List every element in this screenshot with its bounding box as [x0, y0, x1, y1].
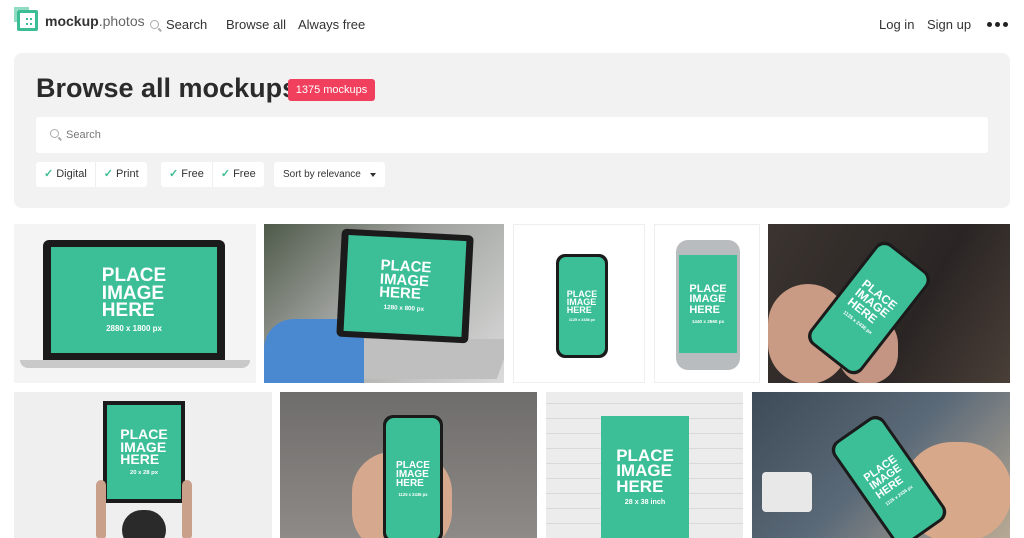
search-icon — [150, 20, 159, 29]
placeholder-text: PLACE IMAGE HERE — [101, 265, 167, 322]
signup-link[interactable]: Sign up — [927, 17, 971, 32]
logo[interactable]: mockup.photos — [14, 7, 145, 31]
check-icon: ✓ — [169, 168, 179, 180]
mockup-card[interactable]: PLACE IMAGE HERE 1125 x 2436 px — [752, 392, 1010, 538]
dimensions-text: 28 x 38 inch — [624, 498, 666, 507]
placeholder-text: PLACE IMAGE HERE — [378, 256, 432, 304]
price-filter-group: ✓ Free ✓ Free — [161, 162, 264, 187]
browse-header-panel: Browse all mockups 1375 mockups Search ✓… — [14, 53, 1010, 208]
search-input[interactable]: Search — [36, 117, 988, 153]
filter-digital[interactable]: ✓ Digital — [36, 162, 96, 187]
mockup-card[interactable]: PLACE IMAGE HERE 1125 x 2436 px — [768, 224, 1010, 383]
placeholder-text: PLACE IMAGE HERE — [396, 459, 430, 490]
dimensions-text: 1125 x 2436 px — [568, 318, 596, 323]
filter-print[interactable]: ✓ Print — [96, 162, 147, 187]
filter-label: Print — [116, 168, 139, 180]
filter-free-1[interactable]: ✓ Free — [161, 162, 213, 187]
sort-dropdown[interactable]: Sort by relevance — [274, 162, 385, 187]
logo-icon — [14, 7, 38, 31]
mockup-card[interactable]: PLACE IMAGE HERE 1125 x 2436 px — [513, 224, 645, 383]
placeholder-text: PLACE IMAGE HERE — [689, 283, 727, 316]
login-link[interactable]: Log in — [879, 17, 914, 32]
nav-always-free[interactable]: Always free — [298, 17, 365, 32]
three-dots-icon[interactable] — [987, 22, 1008, 27]
dimensions-text: 1440 x 2560 px — [691, 318, 725, 324]
placeholder-text: PLACE IMAGE HERE — [120, 425, 168, 468]
mockup-card[interactable]: PLACE IMAGE HERE 1280 x 800 px — [264, 224, 504, 383]
logo-text-light: .photos — [98, 12, 145, 29]
nav-search-label: Search — [166, 17, 208, 32]
dimensions-text: 1125 x 2436 px — [398, 492, 428, 498]
nav-search[interactable]: Search — [150, 17, 207, 32]
placeholder-text: PLACE IMAGE HERE — [566, 288, 598, 316]
page-title: Browse all mockups — [36, 73, 298, 103]
filter-free-2[interactable]: ✓ Free — [213, 162, 264, 187]
dimensions-text: 2880 x 1800 px — [106, 323, 162, 333]
placeholder-text: PLACE IMAGE HERE — [616, 445, 674, 496]
search-icon — [50, 129, 59, 138]
logo-text-bold: mockup — [45, 12, 99, 29]
dimensions-text: 1280 x 800 px — [383, 304, 425, 314]
count-badge: 1375 mockups — [288, 79, 375, 101]
check-icon: ✓ — [44, 168, 54, 180]
filter-label: Digital — [56, 168, 87, 180]
search-placeholder: Search — [66, 129, 101, 141]
mockup-card[interactable]: PLACE IMAGE HERE 1125 x 2436 px — [280, 392, 537, 538]
mockup-card[interactable]: PLACE IMAGE HERE 1440 x 2560 px — [654, 224, 760, 383]
check-icon: ✓ — [103, 168, 114, 180]
mockup-card[interactable]: PLACE IMAGE HERE 2880 x 1800 px — [14, 224, 256, 383]
filter-label: Free — [233, 168, 256, 180]
check-icon: ✓ — [220, 168, 231, 180]
nav-browse-all[interactable]: Browse all — [226, 17, 286, 32]
top-nav: mockup.photos Search Browse all Always f… — [0, 0, 1024, 48]
dimensions-text: 20 x 28 px — [129, 470, 159, 477]
type-filter-group: ✓ Digital ✓ Print — [36, 162, 147, 187]
mockup-card[interactable]: PLACE IMAGE HERE 28 x 38 inch — [546, 392, 743, 538]
mockup-card[interactable]: PLACE IMAGE HERE 20 x 28 px — [14, 392, 272, 538]
filter-label: Free — [181, 168, 204, 180]
